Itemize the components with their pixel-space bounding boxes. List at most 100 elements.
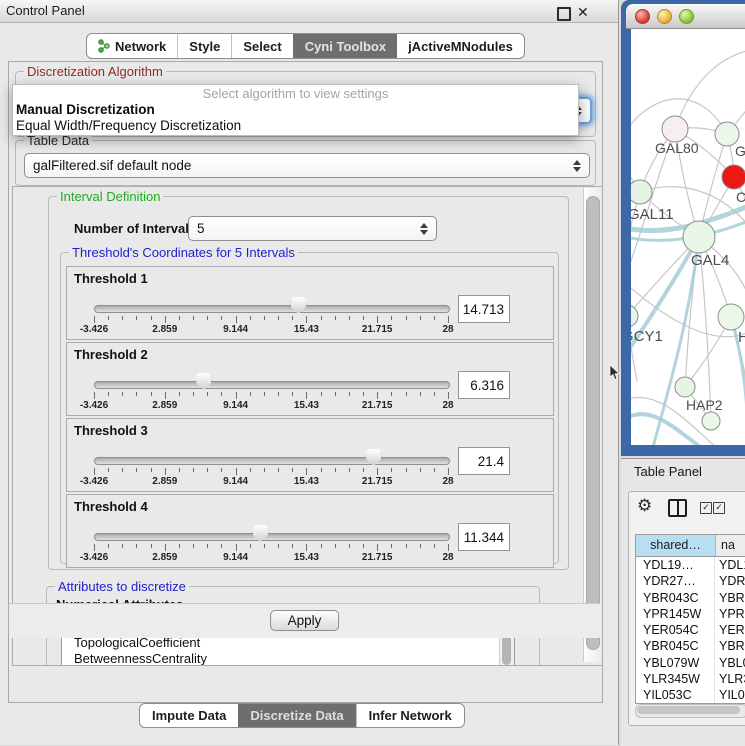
node-label: GCY1 (631, 328, 663, 345)
close-icon[interactable]: ✕ (577, 2, 589, 22)
table-data-value: galFiltered.sif default node (33, 154, 567, 177)
node-label: G (735, 143, 745, 159)
network-icon (98, 39, 110, 53)
table-row[interactable]: YPR145WYPR1 (636, 606, 745, 622)
number-of-intervals-combobox[interactable]: 5 (188, 216, 437, 241)
threshold-value-field[interactable]: 14.713 (458, 295, 510, 323)
list-item[interactable]: BetweennessCentrality (62, 651, 514, 666)
threshold-value-field[interactable]: 11.344 (458, 523, 510, 551)
node-label: GAL11 (631, 206, 674, 223)
slider-track[interactable] (94, 457, 450, 465)
interval-definition-group: Interval Definition Number of Intervals … (48, 196, 569, 570)
apply-button[interactable]: Apply (270, 610, 340, 631)
threshold-slider[interactable]: -3.4262.8599.14415.4321.71528 (94, 343, 448, 413)
network-edge[interactable] (675, 51, 745, 129)
algorithm-dropdown-popup: Select algorithm to view settings Manual… (12, 84, 579, 136)
table-horizontal-scrollbar[interactable] (635, 704, 745, 718)
popup-item-equal-width-frequency[interactable]: Equal Width/Frequency Discretization (13, 118, 578, 134)
table-row[interactable]: YER054CYER0 (636, 622, 745, 638)
threshold-box: Threshold 2-3.4262.8599.14415.4321.71528… (66, 342, 554, 416)
slider-tick-labels: -3.4262.8599.14415.4321.71528 (94, 400, 448, 412)
tab-select[interactable]: Select (231, 34, 292, 58)
network-node[interactable] (683, 221, 715, 253)
table-data-combobox[interactable]: galFiltered.sif default node (24, 153, 590, 178)
number-of-intervals-label: Number of Intervals (74, 221, 196, 236)
network-node[interactable] (702, 412, 720, 430)
table-row[interactable]: YBL079WYBL0 (636, 655, 745, 671)
minimize-traffic-light-icon[interactable] (657, 9, 672, 24)
node-label: C (736, 189, 745, 205)
tab-impute-data[interactable]: Impute Data (140, 704, 238, 727)
network-node[interactable] (631, 305, 638, 327)
threshold-slider[interactable]: -3.4262.8599.14415.4321.71528 (94, 267, 448, 337)
node-attribute-table[interactable]: shared… na YDL19…YDL1YDR27…YDR2YBR043CYB… (635, 534, 745, 704)
tab-label: Network (115, 39, 166, 54)
table-row[interactable]: YBR045CYBR0 (636, 638, 745, 654)
control-panel-window: Control Panel ✕ Network Style Select Cyn… (0, 0, 619, 745)
checkbox-icon[interactable]: ✓ (700, 502, 712, 514)
window-title: Control Panel (6, 0, 85, 22)
scrollbar-thumb[interactable] (586, 196, 600, 650)
tab-discretize-data[interactable]: Discretize Data (238, 704, 355, 727)
group-title: Interval Definition (57, 189, 163, 204)
group-title: Attributes to discretize (55, 579, 189, 594)
table-row[interactable]: YLR345WYLR3 (636, 671, 745, 687)
tab-cyni-toolbox[interactable]: Cyni Toolbox (293, 34, 397, 58)
cyni-bottom-tabbar: Impute Data Discretize Data Infer Networ… (139, 703, 465, 728)
table-row[interactable]: YBR043CYBR0 (636, 590, 745, 606)
float-window-icon[interactable] (557, 7, 571, 21)
stepper-icon (420, 222, 429, 236)
gear-icon[interactable]: ⚙ (637, 496, 652, 516)
popup-item-manual-discretization[interactable]: Manual Discretization (13, 102, 578, 118)
slider-ticks (94, 392, 448, 400)
apply-row: Apply (9, 603, 600, 638)
popup-placeholder-item[interactable]: Select algorithm to view settings (13, 85, 578, 102)
tab-jactivemnodules[interactable]: jActiveMNodules (397, 34, 524, 58)
scrollbar-thumb[interactable] (637, 706, 740, 714)
network-node[interactable] (722, 165, 745, 189)
threshold-box: Threshold 4-3.4262.8599.14415.4321.71528… (66, 494, 554, 568)
threshold-value-field[interactable]: 21.4 (458, 447, 510, 475)
mouse-cursor (609, 364, 621, 382)
slider-ticks (94, 468, 448, 476)
network-node[interactable] (631, 180, 652, 204)
tab-style[interactable]: Style (177, 34, 231, 58)
slider-ticks (94, 316, 448, 324)
network-window-titlebar[interactable] (626, 4, 745, 29)
slider-track[interactable] (94, 381, 450, 389)
column-header-name[interactable]: na (716, 535, 745, 556)
network-graph[interactable]: GAL80GCGAL11GAL4GCY1HHAP2 (631, 29, 745, 445)
slider-tick-labels: -3.4262.8599.14415.4321.71528 (94, 324, 448, 336)
slider-track[interactable] (94, 305, 450, 313)
network-node[interactable] (718, 304, 744, 330)
slider-track[interactable] (94, 533, 450, 541)
settings-scrollbar[interactable] (583, 188, 601, 662)
slider-tick-labels: -3.4262.8599.14415.4321.71528 (94, 476, 448, 488)
network-edge-highlighted[interactable] (631, 414, 703, 445)
split-columns-icon[interactable] (668, 499, 687, 517)
table-data-group: Table Data galFiltered.sif default node (15, 140, 596, 186)
checkbox-icon[interactable]: ✓ (713, 502, 725, 514)
table-row[interactable]: YDL19…YDL1 (636, 557, 745, 573)
threshold-slider[interactable]: -3.4262.8599.14415.4321.71528 (94, 419, 448, 489)
threshold-slider[interactable]: -3.4262.8599.14415.4321.71528 (94, 495, 448, 565)
network-node[interactable] (662, 116, 688, 142)
column-header-shared-name[interactable]: shared… (636, 535, 716, 556)
threshold-box: Threshold 1-3.4262.8599.14415.4321.71528… (66, 266, 554, 340)
group-title: Discretization Algorithm (24, 64, 166, 79)
network-canvas[interactable]: GAL80GCGAL11GAL4GCY1HHAP2 (631, 29, 745, 445)
table-row[interactable]: YIL053CYIL0 (636, 687, 745, 703)
cyni-toolbox-panel: Discretization Algorithm Table Data galF… (8, 61, 603, 703)
zoom-traffic-light-icon[interactable] (679, 9, 694, 24)
network-node[interactable] (675, 377, 695, 397)
threshold-value-field[interactable]: 6.316 (458, 371, 510, 399)
table-panel-title: Table Panel (634, 459, 702, 484)
threshold-box: Threshold 3-3.4262.8599.14415.4321.71528… (66, 418, 554, 492)
tab-infer-network[interactable]: Infer Network (356, 704, 464, 727)
close-traffic-light-icon[interactable] (635, 9, 650, 24)
table-row[interactable]: YDR27…YDR2 (636, 573, 745, 589)
tab-network[interactable]: Network (87, 34, 177, 58)
node-label: GAL80 (655, 140, 699, 156)
table-header-row: shared… na (636, 535, 745, 557)
settings-scrollpane: Interval Definition Number of Intervals … (12, 186, 603, 666)
